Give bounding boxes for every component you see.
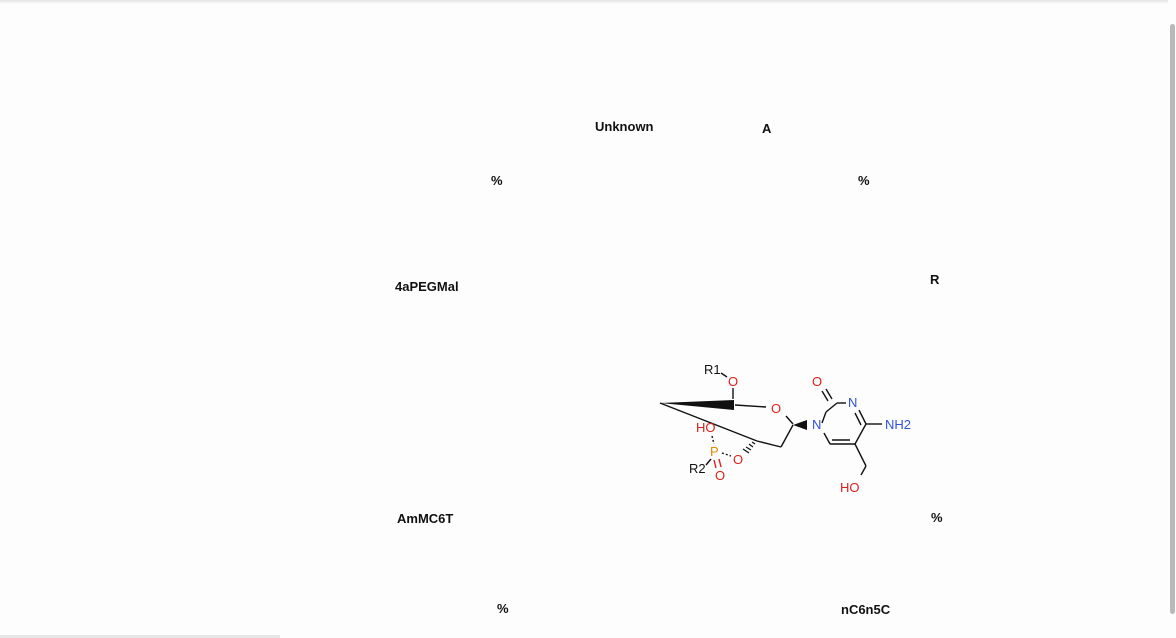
node-label-percent[interactable]: % xyxy=(491,173,503,188)
node-label-unknown[interactable]: Unknown xyxy=(595,119,654,134)
bond-lines xyxy=(659,372,882,476)
molecule-structure[interactable]: R1 O O O N N NH2 HO P O R2 O HO xyxy=(650,355,930,505)
vertical-scrollbar[interactable] xyxy=(1168,0,1176,638)
atom-oxygen: O xyxy=(715,468,725,483)
node-label-nc6n5c[interactable]: nC6n5C xyxy=(841,602,890,617)
wedge-bond xyxy=(660,400,734,410)
node-label-percent[interactable]: % xyxy=(858,173,870,188)
wedge-bond xyxy=(793,420,807,430)
scrollbar-thumb[interactable] xyxy=(1170,24,1175,614)
atom-nitrogen: N xyxy=(848,395,857,410)
node-label-percent[interactable]: % xyxy=(931,510,943,525)
atom-phosphorus: P xyxy=(710,444,719,459)
atom-oxygen: O xyxy=(733,452,743,467)
atom-r1: R1 xyxy=(704,362,721,377)
node-label-ammc6t[interactable]: AmMC6T xyxy=(397,511,453,526)
atom-amine: NH2 xyxy=(885,417,911,432)
node-label-r[interactable]: R xyxy=(930,272,939,287)
node-label-a[interactable]: A xyxy=(762,121,771,136)
atom-r2: R2 xyxy=(689,461,706,476)
atom-oxygen: O xyxy=(812,374,822,389)
atom-hydroxyl: HO xyxy=(696,420,716,435)
top-shadow xyxy=(0,0,1176,4)
atom-oxygen: O xyxy=(728,374,738,389)
atom-nitrogen: N xyxy=(812,417,821,432)
hashed-bond xyxy=(742,441,756,454)
node-label-percent[interactable]: % xyxy=(497,601,509,616)
node-label-4apegmal[interactable]: 4aPEGMal xyxy=(395,279,459,294)
atom-hydroxyl: HO xyxy=(840,480,860,495)
atom-oxygen: O xyxy=(771,401,781,416)
canvas-page: Unknown A % % 4aPEGMal R AmMC6T % % nC6n… xyxy=(0,0,1176,638)
